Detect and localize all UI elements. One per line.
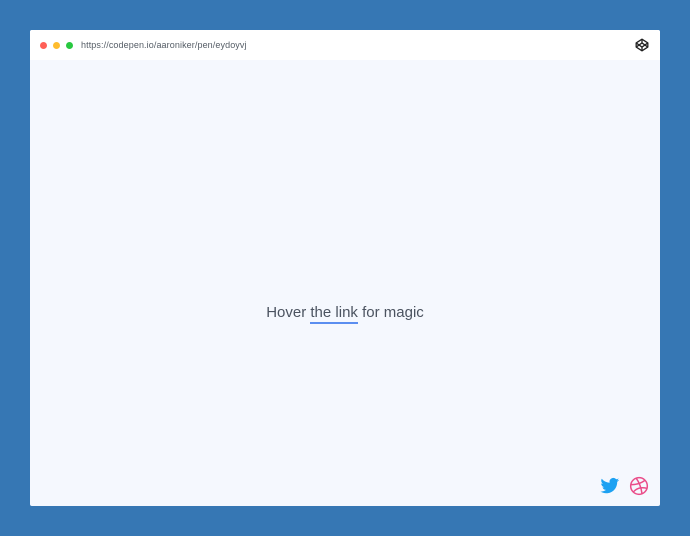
address-url[interactable]: https://codepen.io/aaroniker/pen/eydoyvj [81,39,247,51]
codepen-icon[interactable] [635,38,649,52]
magic-link[interactable]: the link [310,304,358,324]
headline-text-after: for magic [362,304,424,321]
dribbble-icon[interactable] [629,476,649,496]
maximize-window-button[interactable] [66,42,73,49]
twitter-icon[interactable] [600,476,620,496]
pen-preview: Hover the link for magic [30,60,660,506]
headline-text-before: Hover [266,304,307,321]
minimize-window-button[interactable] [53,42,60,49]
close-window-button[interactable] [40,42,47,49]
browser-window: https://codepen.io/aaroniker/pen/eydoyvj… [30,30,660,506]
browser-titlebar: https://codepen.io/aaroniker/pen/eydoyvj [30,30,660,60]
hover-headline: Hover the link for magic [30,303,660,324]
